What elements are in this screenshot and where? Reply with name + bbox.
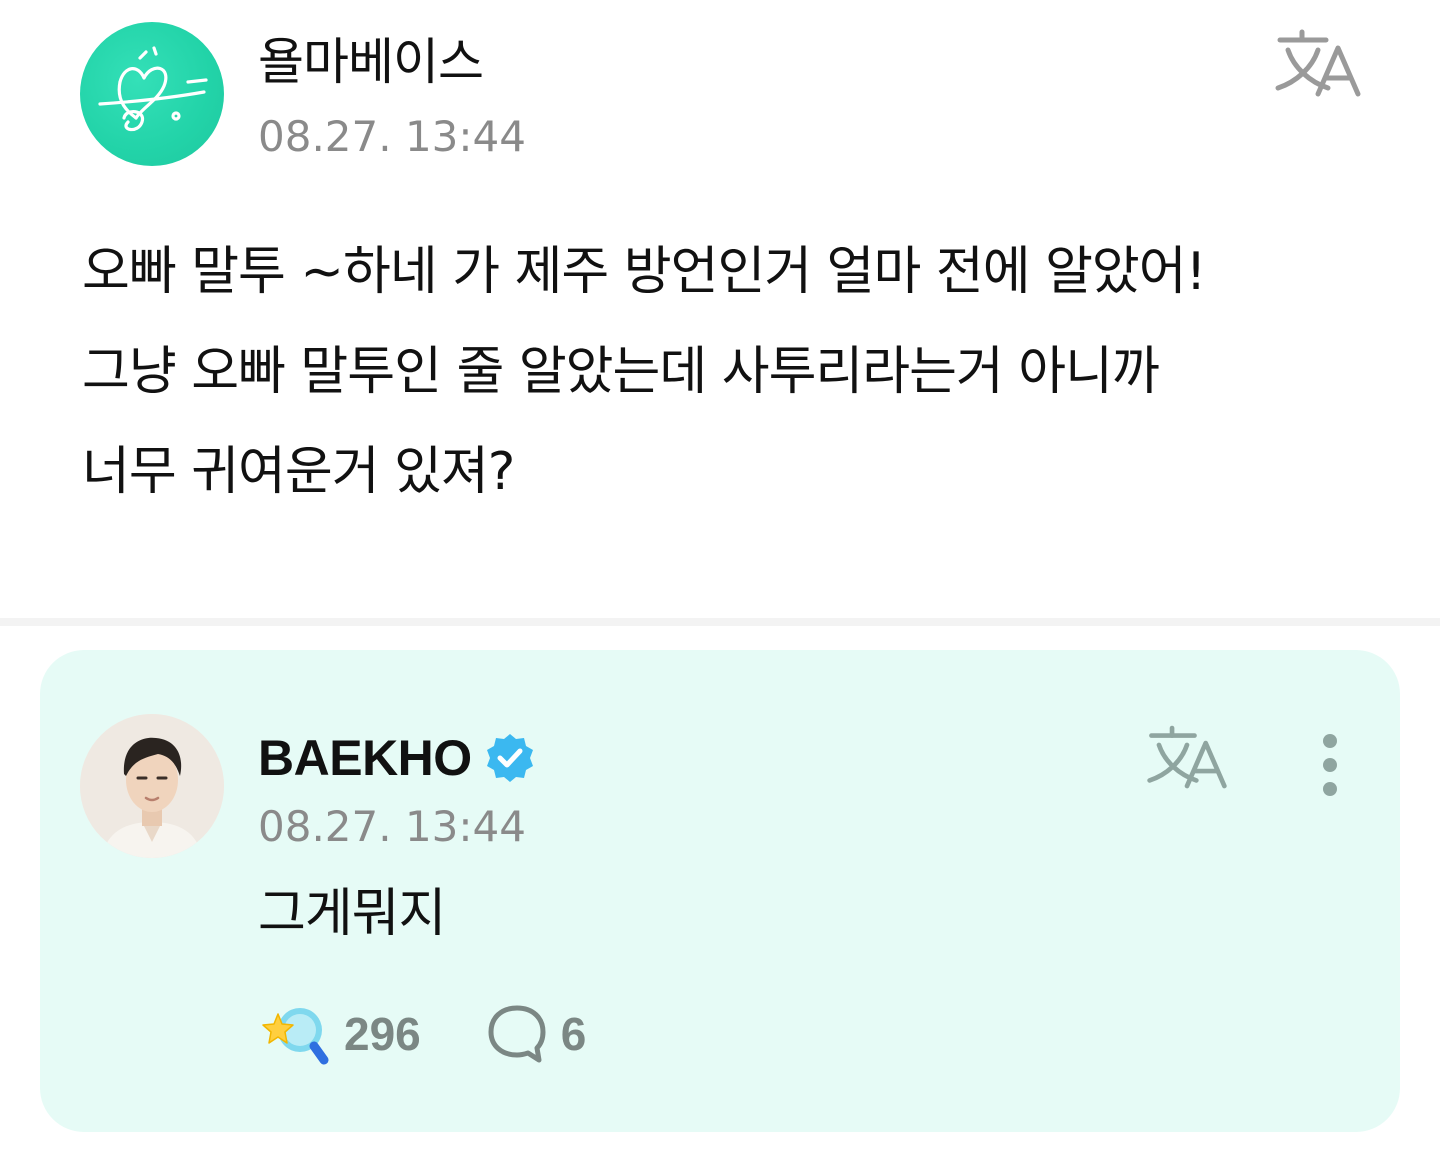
translate-icon[interactable] <box>1272 28 1364 100</box>
fan-post-timestamp: 08.27. 13:44 <box>258 112 526 161</box>
more-dot <box>1323 758 1337 772</box>
verified-badge-icon <box>486 734 533 782</box>
fan-post-line: 너무 귀여운거 있져? <box>82 442 515 502</box>
fan-avatar-logo-icon <box>98 46 208 132</box>
fan-post-line: 오빠 말투 ~하네 가 제주 방언인거 얼마 전에 알았어! <box>82 242 1206 302</box>
artist-reply-text: 그게뭐지 <box>258 884 446 944</box>
more-vertical-icon[interactable] <box>1312 730 1348 800</box>
section-divider <box>0 618 1440 626</box>
fan-avatar[interactable] <box>80 22 224 166</box>
artist-reply-timestamp: 08.27. 13:44 <box>258 802 526 851</box>
comment-button[interactable]: 6 <box>485 1002 587 1066</box>
artist-name[interactable]: BAEKHO <box>258 729 472 787</box>
like-count: 296 <box>344 1008 421 1060</box>
translate-icon[interactable] <box>1144 724 1230 792</box>
star-search-like-icon <box>262 1008 329 1065</box>
artist-profile-photo <box>80 714 224 858</box>
fan-post-line: 그냥 오빠 말투인 줄 알았는데 사투리라는거 아니까 <box>82 342 1160 402</box>
comment-count: 6 <box>560 1008 587 1060</box>
like-button[interactable]: 296 <box>258 1000 421 1068</box>
artist-author-row: BAEKHO <box>258 726 536 790</box>
artist-reply-card: BAEKHO 08.27. 13:44 그게뭐지 296 6 <box>40 650 1400 1132</box>
comment-bubble-icon <box>488 1005 546 1063</box>
fan-post: 욜마베이스 08.27. 13:44 오빠 말투 ~하네 가 제주 방언인거 얼… <box>0 0 1440 620</box>
fan-author-name[interactable]: 욜마베이스 <box>258 30 484 94</box>
more-dot <box>1323 782 1337 796</box>
artist-avatar[interactable] <box>80 714 224 858</box>
reply-actions: 296 6 <box>258 1000 586 1068</box>
more-dot <box>1323 734 1337 748</box>
fan-post-body: 오빠 말투 ~하네 가 제주 방언인거 얼마 전에 알았어! 그냥 오빠 말투인… <box>82 222 1382 522</box>
